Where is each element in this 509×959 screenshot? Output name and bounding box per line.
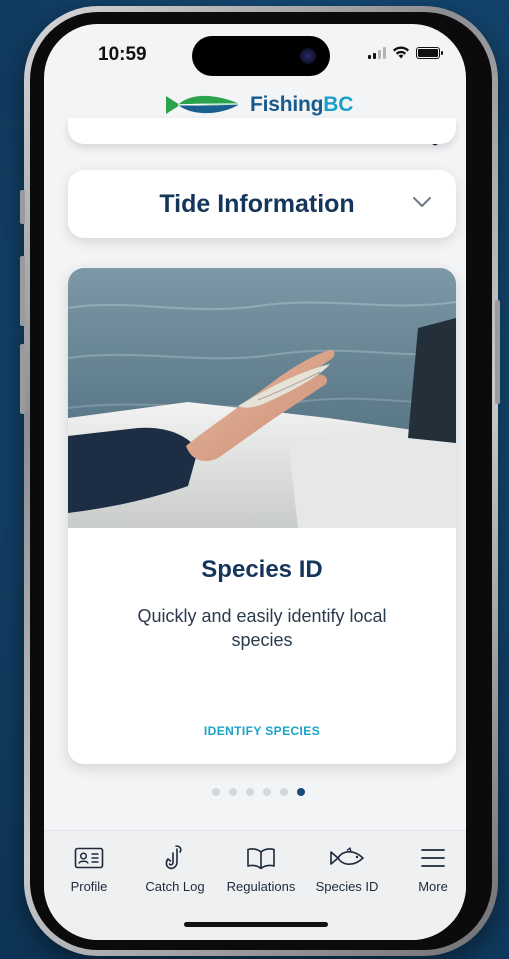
dynamic-island xyxy=(192,36,330,76)
tab-label-species-id: Species ID xyxy=(315,879,379,894)
open-book-icon xyxy=(247,848,275,870)
tide-information-title: Tide Information xyxy=(159,189,355,218)
tab-regulations[interactable]: Regulations xyxy=(216,843,306,894)
home-indicator[interactable] xyxy=(184,922,328,927)
tab-label-profile: Profile xyxy=(70,879,108,894)
power-button xyxy=(495,300,500,404)
battery-level xyxy=(418,48,438,57)
carousel-dot-5[interactable] xyxy=(280,788,288,796)
previous-card[interactable] xyxy=(68,118,456,144)
tab-more[interactable]: More xyxy=(388,843,466,894)
brand-name-accent: BC xyxy=(323,93,354,116)
species-id-title: Species ID xyxy=(201,556,323,583)
carousel-dot-4[interactable] xyxy=(263,788,271,796)
tab-label-catch-log: Catch Log xyxy=(145,879,205,894)
hamburger-menu-icon xyxy=(421,849,445,867)
carousel-dot-6[interactable] xyxy=(297,788,305,796)
tab-label-more: More xyxy=(418,879,448,894)
species-id-card[interactable]: Species ID Quickly and easily identify l… xyxy=(68,268,456,764)
species-id-description: Quickly and easily identify local specie… xyxy=(137,606,387,650)
carousel-dot-2[interactable] xyxy=(229,788,237,796)
fish-hook-icon xyxy=(165,845,182,870)
tab-species-id[interactable]: Species ID xyxy=(302,843,392,894)
carousel-dot-1[interactable] xyxy=(212,788,220,796)
carousel-pagination xyxy=(212,788,305,796)
tab-label-regulations: Regulations xyxy=(226,879,296,894)
fishingbc-logo: FishingBC xyxy=(164,92,353,118)
brand-name-main: Fishing xyxy=(250,93,324,116)
species-id-photo xyxy=(68,268,456,528)
app-screen: 10:59 FishingBC Tide Information Species… xyxy=(44,24,466,940)
carousel-dot-3[interactable] xyxy=(246,788,254,796)
action-button xyxy=(20,190,25,224)
status-time: 10:59 xyxy=(98,44,147,65)
battery-icon xyxy=(416,46,443,59)
id-card-icon xyxy=(74,847,104,869)
status-icons xyxy=(368,46,443,59)
tab-catch-log[interactable]: Catch Log xyxy=(130,843,220,894)
brand-name: FishingBC xyxy=(250,93,353,117)
volume-down-button xyxy=(20,344,25,414)
fish-outline-icon xyxy=(330,847,364,865)
identify-species-link[interactable]: IDENTIFY SPECIES xyxy=(68,724,456,738)
wifi-icon xyxy=(393,46,409,59)
cellular-signal-icon xyxy=(368,46,386,59)
tide-information-card[interactable]: Tide Information xyxy=(68,170,456,238)
chevron-down-icon[interactable] xyxy=(412,196,432,208)
volume-up-button xyxy=(20,256,25,326)
fish-logo-icon xyxy=(166,95,241,114)
camera-icon xyxy=(300,48,316,64)
tab-profile[interactable]: Profile xyxy=(44,843,134,894)
